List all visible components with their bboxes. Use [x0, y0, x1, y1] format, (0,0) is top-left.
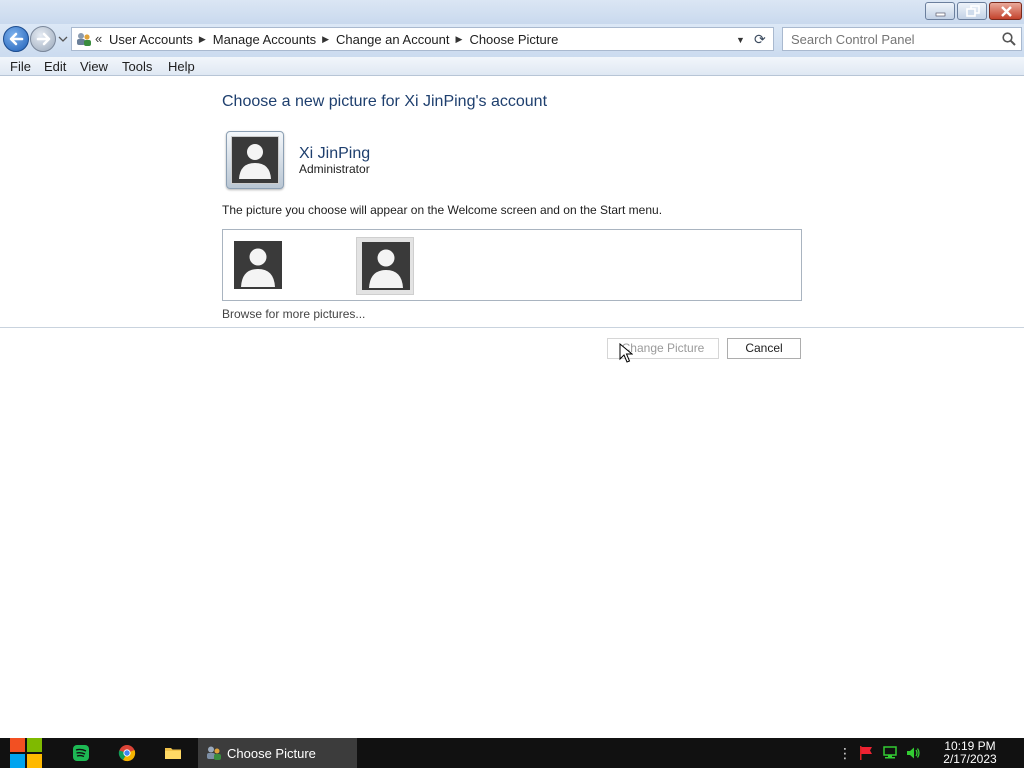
breadcrumb-separator-icon[interactable]: ▶ [456, 34, 470, 45]
chrome-icon[interactable] [118, 744, 136, 762]
user-role: Administrator [299, 162, 370, 176]
picture-hint-text: The picture you choose will appear on th… [222, 203, 663, 217]
picture-option-2-selected[interactable] [356, 237, 414, 295]
divider [0, 327, 1024, 328]
breadcrumb-manage-accounts[interactable]: Manage Accounts [213, 32, 322, 47]
user-accounts-icon [77, 33, 91, 46]
breadcrumb-separator-icon[interactable]: ▶ [322, 34, 336, 45]
address-history-icon[interactable]: ▼ [736, 35, 745, 45]
navigation-bar: « User Accounts ▶ Manage Accounts ▶ Chan… [0, 24, 1024, 57]
breadcrumb-change-account[interactable]: Change an Account [336, 32, 455, 47]
breadcrumb-user-accounts[interactable]: User Accounts [109, 32, 199, 47]
mouse-cursor-icon [619, 343, 633, 363]
back-button[interactable] [3, 26, 29, 52]
search-input[interactable] [783, 28, 993, 50]
minimize-button[interactable] [925, 2, 955, 20]
menu-edit[interactable]: Edit [44, 57, 66, 74]
spotify-icon[interactable] [72, 744, 90, 762]
breadcrumb-choose-picture[interactable]: Choose Picture [469, 32, 564, 47]
cancel-button[interactable]: Cancel [727, 338, 801, 359]
volume-icon[interactable] [905, 745, 921, 761]
restore-button[interactable] [957, 2, 987, 20]
start-button-windows-icon[interactable] [9, 737, 43, 768]
breadcrumb: User Accounts ▶ Manage Accounts ▶ Change… [109, 32, 564, 47]
network-icon[interactable] [882, 745, 898, 761]
breadcrumb-separator-icon[interactable]: ▶ [199, 34, 213, 45]
clock-date[interactable]: 2/17/2023 [940, 753, 1000, 766]
window-title-bar [0, 0, 1024, 24]
address-bar[interactable]: « User Accounts ▶ Manage Accounts ▶ Chan… [71, 27, 774, 51]
picture-option-1[interactable] [229, 237, 287, 295]
forward-button[interactable] [30, 26, 56, 52]
menu-bar: File Edit View Tools Help [0, 57, 1024, 76]
breadcrumb-overflow[interactable]: « [95, 31, 102, 46]
user-silhouette-icon [369, 249, 403, 288]
current-user-picture [226, 131, 284, 189]
forward-arrow-icon [36, 32, 51, 46]
back-arrow-icon [9, 32, 24, 46]
search-icon[interactable] [1001, 31, 1017, 47]
action-center-flag-icon[interactable] [858, 745, 874, 761]
close-icon [1001, 6, 1012, 17]
menu-file[interactable]: File [10, 57, 31, 74]
taskbar-task-label: Choose Picture [227, 746, 316, 761]
user-silhouette-icon [241, 248, 275, 287]
user-name: Xi JinPing [299, 145, 371, 162]
restore-icon [966, 5, 980, 17]
refresh-icon[interactable]: ⟳ [754, 31, 766, 48]
menu-tools[interactable]: Tools [122, 57, 152, 74]
picture-gallery [222, 229, 802, 301]
tray-overflow-icon[interactable]: ⋮ [838, 745, 852, 762]
user-silhouette-icon [239, 144, 271, 179]
browse-more-pictures-link[interactable]: Browse for more pictures... [222, 307, 365, 321]
page-title: Choose a new picture for Xi JinPing's ac… [222, 93, 548, 110]
menu-help[interactable]: Help [168, 57, 195, 74]
taskbar-task-choose-picture[interactable]: Choose Picture [198, 738, 357, 768]
close-button[interactable] [989, 2, 1022, 20]
menu-view[interactable]: View [80, 57, 108, 74]
chevron-down-icon [58, 36, 68, 42]
minimize-icon [935, 12, 946, 17]
user-accounts-icon [207, 746, 221, 760]
search-box [782, 27, 1022, 51]
recent-pages-dropdown[interactable] [57, 33, 69, 45]
file-explorer-icon[interactable] [164, 744, 182, 762]
